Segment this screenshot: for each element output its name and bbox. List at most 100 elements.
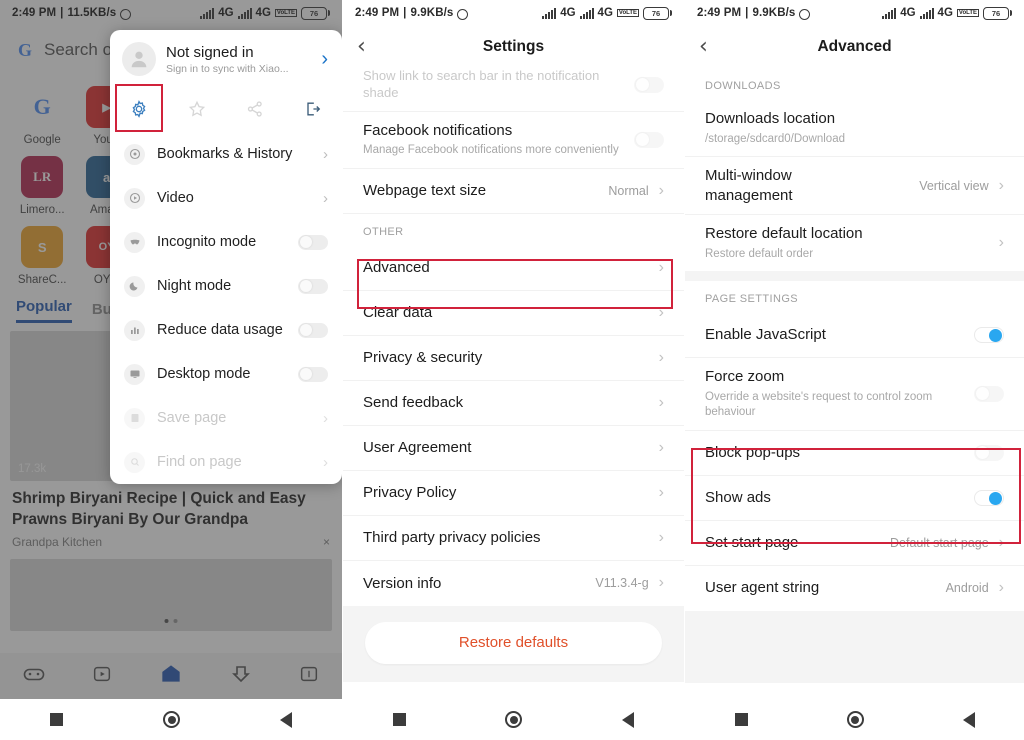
settings-row-third-party-privacy[interactable]: Third party privacy policies ›	[343, 516, 684, 561]
menu-item-video[interactable]: Video ›	[110, 176, 342, 220]
row-title: Third party privacy policies	[363, 529, 541, 547]
row-main: Downloads location /storage/sdcard0/Down…	[705, 109, 1004, 147]
menu-item-desktop-mode[interactable]: Desktop mode	[110, 352, 342, 396]
recents-button[interactable]	[734, 713, 748, 726]
settings-row-send-feedback[interactable]: Send feedback ›	[343, 381, 684, 426]
battery-icon: 76	[301, 6, 330, 20]
advanced-row-enable-javascript[interactable]: Enable JavaScript	[685, 313, 1024, 359]
menu-item-label: Reduce data usage	[157, 322, 283, 338]
status-speed-3: 9.9KB/s	[752, 7, 796, 19]
account-row[interactable]: Not signed in Sign in to sync with Xiao.…	[110, 30, 342, 86]
signal-icon-2	[579, 7, 594, 19]
appbar-settings: ‹ Settings	[343, 26, 684, 68]
menu-item-night-mode[interactable]: Night mode	[110, 264, 342, 308]
toggle-switch[interactable]	[298, 322, 328, 338]
advanced-row-restore-default-location[interactable]: Restore default location Restore default…	[685, 215, 1024, 271]
android-system-nav-1	[0, 699, 342, 740]
home-button[interactable]	[846, 711, 864, 728]
row-title: Show ads	[705, 488, 771, 506]
status-bar-3: 2:49 PM | 9.9KB/s 4G 4G VoLTE 76	[685, 0, 1024, 26]
chevron-right-icon[interactable]: ›	[321, 49, 330, 69]
back-button[interactable]	[962, 711, 975, 728]
advanced-row-downloads-location[interactable]: Downloads location /storage/sdcard0/Down…	[685, 100, 1024, 158]
settings-scroll-list[interactable]: Show link to search bar in the notificat…	[343, 68, 684, 699]
back-button[interactable]	[280, 711, 292, 728]
toggle-switch[interactable]	[298, 278, 328, 294]
settings-row-user-agreement[interactable]: User Agreement ›	[343, 426, 684, 471]
settings-row-advanced[interactable]: Advanced ›	[343, 246, 684, 291]
toggle-switch[interactable]	[974, 444, 1004, 461]
chevron-right-icon: ›	[658, 258, 664, 276]
share-icon[interactable]	[226, 99, 284, 119]
network-type-2: 4G	[937, 7, 953, 19]
home-button[interactable]	[163, 711, 180, 728]
chevron-right-icon: ›	[658, 303, 664, 321]
star-icon[interactable]	[168, 99, 226, 119]
settings-row-privacy-policy[interactable]: Privacy Policy ›	[343, 471, 684, 516]
network-type-1: 4G	[560, 7, 576, 19]
back-icon[interactable]: ‹	[699, 36, 708, 58]
status-right-1: 4G 4G VoLTE 76	[200, 6, 330, 20]
toggle-switch[interactable]	[298, 366, 328, 382]
settings-row-notification-shade[interactable]: Show link to search bar in the notificat…	[343, 68, 684, 112]
advanced-row-force-zoom[interactable]: Force zoom Override a website's request …	[685, 358, 1024, 431]
toggle-switch[interactable]	[634, 131, 664, 148]
row-main: Show ads	[705, 488, 964, 508]
recents-button[interactable]	[50, 713, 63, 726]
menu-item-label: Save page	[157, 410, 227, 426]
row-main: User Agreement	[363, 438, 649, 458]
advanced-row-user-agent-string[interactable]: User agent string Android ›	[685, 566, 1024, 611]
gear-icon[interactable]	[110, 99, 168, 119]
toggle-switch[interactable]	[974, 327, 1004, 344]
settings-row-facebook-notifications[interactable]: Facebook notifications Manage Facebook n…	[343, 112, 684, 169]
home-button[interactable]	[505, 711, 523, 728]
menu-item-bookmarks-history[interactable]: Bookmarks & History ›	[110, 132, 342, 176]
battery-level: 76	[301, 6, 327, 20]
battery-level: 76	[983, 6, 1009, 20]
volte-icon: VoLTE	[274, 9, 297, 17]
row-title: Facebook notifications	[363, 121, 513, 139]
advanced-row-block-popups[interactable]: Block pop-ups	[685, 431, 1024, 476]
recents-button[interactable]	[392, 713, 406, 726]
row-title: User Agreement	[363, 439, 472, 457]
settings-row-version-info[interactable]: Version info V11.3.4-g ›	[343, 561, 684, 606]
toggle-switch[interactable]	[974, 385, 1004, 402]
advanced-row-multi-window[interactable]: Multi-window management Vertical view ›	[685, 157, 1024, 216]
status-left-3: 2:49 PM | 9.9KB/s	[697, 7, 811, 20]
row-main: Send feedback	[363, 393, 649, 413]
advanced-row-show-ads[interactable]: Show ads	[685, 476, 1024, 521]
signal-icon	[542, 7, 557, 19]
row-title: Set start page	[705, 533, 799, 551]
advanced-scroll-list[interactable]: DOWNLOADS Downloads location /storage/sd…	[685, 68, 1024, 699]
chevron-right-icon: ›	[323, 145, 328, 163]
settings-row-privacy-security[interactable]: Privacy & security ›	[343, 336, 684, 381]
row-value: V11.3.4-g	[595, 576, 649, 591]
toggle-switch[interactable]	[634, 76, 664, 93]
screenshot-stage: 2:49 PM | 11.5KB/s 4G 4G VoLTE 76 Not si…	[0, 0, 1024, 740]
toggle-switch[interactable]	[298, 234, 328, 250]
menu-item-reduce-data-usage[interactable]: Reduce data usage	[110, 308, 342, 352]
advanced-row-set-start-page[interactable]: Set start page Default start page ›	[685, 521, 1024, 566]
restore-defaults-button[interactable]: Restore defaults	[365, 621, 662, 664]
menu-item-incognito-mode[interactable]: Incognito mode	[110, 220, 342, 264]
browser-menu-popup: Not signed in Sign in to sync with Xiao.…	[110, 30, 342, 484]
status-sep-1: |	[60, 7, 64, 19]
menu-item-label: Desktop mode	[157, 366, 251, 382]
row-main: Restore default location Restore default…	[705, 224, 989, 262]
exit-icon[interactable]	[284, 99, 342, 119]
back-button[interactable]	[622, 711, 635, 728]
toggle-switch[interactable]	[974, 489, 1004, 506]
search-icon	[124, 451, 145, 473]
status-speed-1: 11.5KB/s	[67, 7, 117, 19]
row-title: Show link to search bar in the notificat…	[363, 68, 600, 100]
alarm-icon	[120, 8, 132, 20]
network-type-1: 4G	[218, 7, 234, 19]
settings-row-webpage-text-size[interactable]: Webpage text size Normal ›	[343, 169, 684, 214]
list-tail-gap	[685, 610, 1024, 683]
alarm-icon	[457, 8, 469, 20]
settings-row-clear-data[interactable]: Clear data ›	[343, 291, 684, 336]
row-title: Send feedback	[363, 394, 464, 412]
back-icon[interactable]: ‹	[357, 36, 366, 58]
page-title: Settings	[482, 38, 545, 55]
row-main: Privacy & security	[363, 348, 649, 368]
